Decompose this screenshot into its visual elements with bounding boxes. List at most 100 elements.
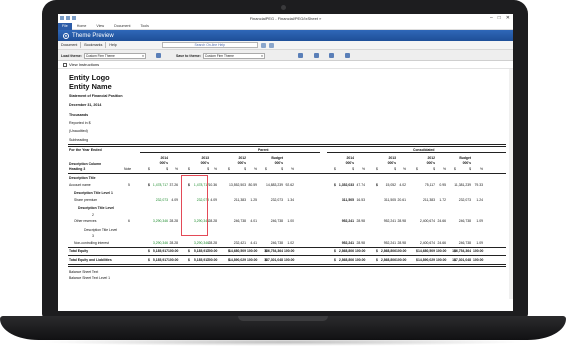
search-go-icon[interactable] bbox=[260, 42, 266, 48]
divider bbox=[68, 264, 506, 265]
window-titlebar: FinancialPEG - Financial/PEG/IxSheet » –… bbox=[58, 14, 513, 23]
total-equity-liabilities-value: 137,301,048 bbox=[264, 258, 283, 262]
dollar-sign: $ bbox=[228, 258, 230, 262]
year-header: Budget bbox=[459, 156, 471, 160]
row-label: Description Title Level 1 bbox=[74, 191, 113, 195]
apply-theme-icon[interactable] bbox=[156, 53, 161, 58]
save-theme-select[interactable]: Custom Firm Theme ▾ bbox=[202, 53, 265, 59]
maximize-button[interactable]: □ bbox=[498, 15, 501, 21]
load-theme-label: Load theme: bbox=[61, 54, 82, 58]
value-cell: 3,290,346 bbox=[152, 240, 168, 245]
laptop-frame: FinancialPEG - Financial/PEG/IxSheet » –… bbox=[0, 0, 566, 347]
search-options-icon[interactable] bbox=[268, 42, 274, 48]
banner-title: Theme Preview bbox=[72, 32, 114, 39]
vertical-scrollbar[interactable] bbox=[509, 69, 513, 299]
row-label: Other reserves bbox=[74, 219, 97, 223]
units-header: 000's bbox=[387, 161, 396, 165]
total-equity-percent: 100.00 bbox=[355, 249, 366, 253]
dollar-header: $ bbox=[207, 167, 209, 171]
total-equity-liabilities-percent: 100.00 bbox=[355, 258, 366, 262]
bookmarks-menu[interactable]: Bookmarks bbox=[84, 43, 102, 47]
percent-cell: 92.62 bbox=[285, 182, 295, 187]
dollar-header: $ bbox=[188, 167, 190, 171]
total-equity-liabilities-value: 5,185,917 bbox=[152, 258, 168, 262]
view-instructions[interactable]: View Instructions bbox=[58, 61, 513, 69]
units-header: 000's bbox=[426, 161, 435, 165]
consolidated-rule bbox=[327, 152, 506, 153]
dollar-sign: $ bbox=[416, 249, 418, 253]
dollar-header: $ bbox=[469, 167, 471, 171]
document-menu[interactable]: Document bbox=[61, 43, 77, 47]
note-header: Note bbox=[124, 167, 132, 171]
help-menu[interactable]: Help bbox=[109, 43, 116, 47]
document-preview: Entity Logo Entity Name Statement of Fin… bbox=[58, 69, 513, 299]
menu-home[interactable]: Home bbox=[72, 24, 92, 28]
percent-cell: 1.09 bbox=[476, 240, 483, 245]
total-equity-value: 136,754,364 bbox=[264, 249, 283, 253]
save-theme-label: Save to theme: bbox=[176, 54, 201, 58]
load-theme-group: Load theme: Custom Firm Theme ▾ bbox=[61, 53, 146, 59]
theme-icon: ● bbox=[63, 32, 69, 39]
year-header: 2013 bbox=[201, 156, 209, 160]
screen: FinancialPEG - Financial/PEG/IxSheet » –… bbox=[58, 14, 513, 311]
balance-sheet-text: Balance Sheet Text bbox=[69, 270, 99, 274]
help-search-input[interactable]: Search On-line Help bbox=[161, 42, 258, 48]
dollar-header: $ bbox=[352, 167, 354, 171]
total-equity-value: 5,185,917 bbox=[152, 249, 168, 253]
percent-cell: 16.53 bbox=[356, 197, 366, 202]
divider bbox=[68, 146, 506, 147]
units-header: 000's bbox=[200, 161, 209, 165]
selection-highlight bbox=[181, 175, 208, 236]
minimize-button[interactable]: – bbox=[490, 15, 493, 21]
value-cell: 952,241 bbox=[383, 219, 396, 223]
total-equity-liabilities-percent: 100.00 bbox=[473, 258, 484, 262]
total-equity-liabilities-value: 5,185,917 bbox=[193, 258, 209, 262]
value-cell: 14,883,239 bbox=[266, 182, 283, 187]
row-label: Description Title Level bbox=[78, 206, 115, 210]
dollar-sign: $ bbox=[376, 258, 378, 262]
entity-logo: Entity Logo bbox=[69, 73, 110, 82]
value-cell: 232,073 bbox=[270, 197, 283, 202]
settings-icon[interactable] bbox=[345, 53, 350, 58]
percent-cell: 28.28 bbox=[169, 240, 179, 245]
dollar-sign: $ bbox=[416, 258, 418, 262]
close-button[interactable]: ✕ bbox=[506, 15, 510, 21]
percent-header: % bbox=[402, 167, 406, 171]
units-header: 000's bbox=[237, 161, 246, 165]
dollar-sign: $ bbox=[228, 249, 230, 253]
statement-title: Statement of Financial Position bbox=[69, 94, 123, 98]
divider bbox=[80, 42, 82, 48]
view-instructions-checkbox[interactable] bbox=[63, 62, 67, 67]
percent-cell: 1.09 bbox=[476, 219, 483, 223]
menu-view[interactable]: View bbox=[91, 24, 109, 28]
theme-preview-banner: ● Theme Preview bbox=[58, 30, 513, 41]
value-cell: 952,241 bbox=[383, 240, 396, 245]
balance-sheet-text-level-1: Balance Sheet Text Level 1 bbox=[69, 276, 111, 280]
percent-cell: 28.28 bbox=[169, 219, 179, 223]
load-theme-select[interactable]: Custom Firm Theme ▾ bbox=[83, 53, 146, 59]
menu-tools[interactable]: Tools bbox=[136, 24, 154, 28]
value-cell: 952,241 bbox=[341, 240, 354, 245]
dollar-header: $ bbox=[244, 167, 246, 171]
percent-cell: 47.74 bbox=[356, 182, 366, 187]
menu-document[interactable]: Document bbox=[109, 24, 135, 28]
value-cell: 246,738 bbox=[458, 219, 471, 223]
percent-cell: 1.24 bbox=[476, 197, 483, 202]
reported-label: Reported in $ bbox=[69, 121, 91, 125]
dollar-sign: $ bbox=[454, 249, 456, 253]
value-cell: 246,738 bbox=[270, 219, 283, 223]
parent-rule bbox=[140, 152, 320, 153]
dollar-header: $ bbox=[433, 167, 435, 171]
divider bbox=[68, 144, 506, 145]
save-theme-icon[interactable] bbox=[298, 53, 303, 58]
dollar-sign: $ bbox=[188, 258, 190, 262]
window-title: FinancialPEG - Financial/PEG/IxSheet » bbox=[249, 16, 322, 21]
menu-file[interactable]: File bbox=[58, 22, 72, 30]
save-theme-value: Custom Firm Theme bbox=[204, 54, 234, 58]
print-icon[interactable] bbox=[314, 53, 319, 58]
dollar-sign: $ bbox=[376, 249, 378, 253]
row-label: Description Title bbox=[69, 176, 96, 180]
percent-header: % bbox=[479, 167, 483, 171]
export-icon[interactable] bbox=[329, 53, 334, 58]
year-header: 2014 bbox=[346, 156, 354, 160]
